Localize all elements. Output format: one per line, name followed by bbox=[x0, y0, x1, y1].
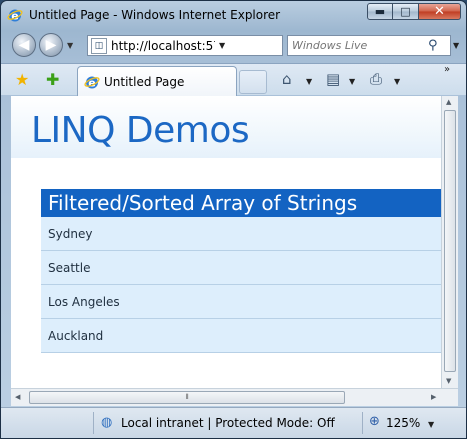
home-icon[interactable]: ⌂ bbox=[282, 70, 292, 88]
tab-untitled-page[interactable]: e Untitled Page bbox=[77, 66, 237, 96]
zoom-level[interactable]: 125% bbox=[386, 416, 420, 430]
tab-bar: ★ ✚ e Untitled Page ⌂ ▼ ▤ ▼ ⎙ ▼ » bbox=[1, 63, 466, 96]
grid-row: Los Angeles bbox=[41, 285, 441, 319]
page-icon: ◫ bbox=[91, 37, 107, 54]
tab-label: Untitled Page bbox=[104, 74, 185, 89]
more-commands-chevron-icon[interactable]: » bbox=[444, 64, 450, 75]
scroll-left-arrow-icon[interactable]: ◀ bbox=[15, 393, 20, 401]
back-button[interactable]: ◀ bbox=[12, 33, 36, 57]
vertical-scrollbar[interactable]: ▲ ▼ bbox=[441, 96, 458, 388]
zone-icon[interactable]: ◍ bbox=[101, 415, 112, 430]
feeds-dropdown[interactable]: ▼ bbox=[349, 77, 355, 86]
status-bar: ◍ Local intranet | Protected Mode: Off ⊕… bbox=[1, 407, 466, 438]
minimize-button[interactable]: ▬ bbox=[367, 3, 393, 20]
recent-pages-dropdown[interactable]: ▼ bbox=[67, 41, 73, 50]
navigation-bar: ◀ ▶ ▼ ◫ http://localhost:573 ▼ ⟳ ✕ ⚲ ▼ bbox=[1, 31, 466, 61]
ie-icon: e bbox=[7, 9, 23, 23]
security-zone-text[interactable]: Local intranet | Protected Mode: Off bbox=[121, 416, 335, 430]
grid-row: Auckland bbox=[41, 319, 441, 353]
vertical-scroll-thumb[interactable] bbox=[444, 110, 456, 372]
grid-row: Sydney bbox=[41, 217, 441, 251]
horizontal-scrollbar[interactable]: ◀ ⦀ ▶ bbox=[11, 388, 458, 406]
zoom-icon[interactable]: ⊕ bbox=[369, 414, 380, 429]
scroll-up-arrow-icon[interactable]: ▲ bbox=[446, 98, 451, 106]
status-separator bbox=[362, 412, 363, 434]
forward-button[interactable]: ▶ bbox=[39, 33, 63, 57]
favorites-star-icon[interactable]: ★ bbox=[15, 70, 29, 89]
address-bar[interactable]: ◫ http://localhost:573 ▼ ⟳ ✕ bbox=[87, 35, 357, 56]
close-button[interactable]: ✕ bbox=[419, 3, 461, 20]
page-viewport: LINQ Demos Filtered/Sorted Array of Stri… bbox=[11, 96, 441, 388]
add-favorite-icon[interactable]: ✚ bbox=[46, 70, 59, 89]
zoom-dropdown[interactable]: ▼ bbox=[428, 420, 434, 429]
search-box[interactable]: ⚲ bbox=[287, 35, 451, 56]
forward-icon: ▶ bbox=[45, 37, 57, 53]
window-title: Untitled Page - Windows Internet Explore… bbox=[29, 8, 281, 22]
back-icon: ◀ bbox=[18, 37, 30, 53]
address-input[interactable]: http://localhost:573 bbox=[111, 39, 215, 53]
status-separator bbox=[93, 412, 94, 434]
ie-window: e Untitled Page - Windows Internet Explo… bbox=[0, 0, 467, 439]
caption-buttons: ▬ □ ✕ bbox=[367, 3, 461, 20]
horizontal-scroll-thumb[interactable]: ⦀ bbox=[29, 391, 345, 404]
page-header: LINQ Demos bbox=[11, 96, 441, 158]
address-dropdown[interactable]: ▼ bbox=[219, 41, 225, 50]
search-input[interactable] bbox=[292, 39, 426, 52]
grid-row: Seattle bbox=[41, 251, 441, 285]
feeds-icon[interactable]: ▤ bbox=[326, 70, 340, 88]
print-icon[interactable]: ⎙ bbox=[370, 70, 382, 88]
maximize-button[interactable]: □ bbox=[393, 3, 419, 20]
ie-icon: e bbox=[84, 76, 100, 89]
title-bar[interactable]: e Untitled Page - Windows Internet Explo… bbox=[1, 1, 466, 29]
home-dropdown[interactable]: ▼ bbox=[306, 77, 312, 86]
grid-header: Filtered/Sorted Array of Strings bbox=[41, 189, 441, 217]
search-icon[interactable]: ⚲ bbox=[428, 38, 438, 53]
strings-grid: Filtered/Sorted Array of Strings Sydney … bbox=[41, 189, 441, 353]
page-title: LINQ Demos bbox=[31, 110, 250, 151]
search-options-dropdown[interactable]: ▼ bbox=[453, 41, 459, 50]
new-tab-button[interactable] bbox=[239, 70, 267, 94]
scroll-right-arrow-icon[interactable]: ▶ bbox=[431, 393, 436, 401]
print-dropdown[interactable]: ▼ bbox=[394, 77, 400, 86]
scroll-down-arrow-icon[interactable]: ▼ bbox=[446, 377, 451, 385]
